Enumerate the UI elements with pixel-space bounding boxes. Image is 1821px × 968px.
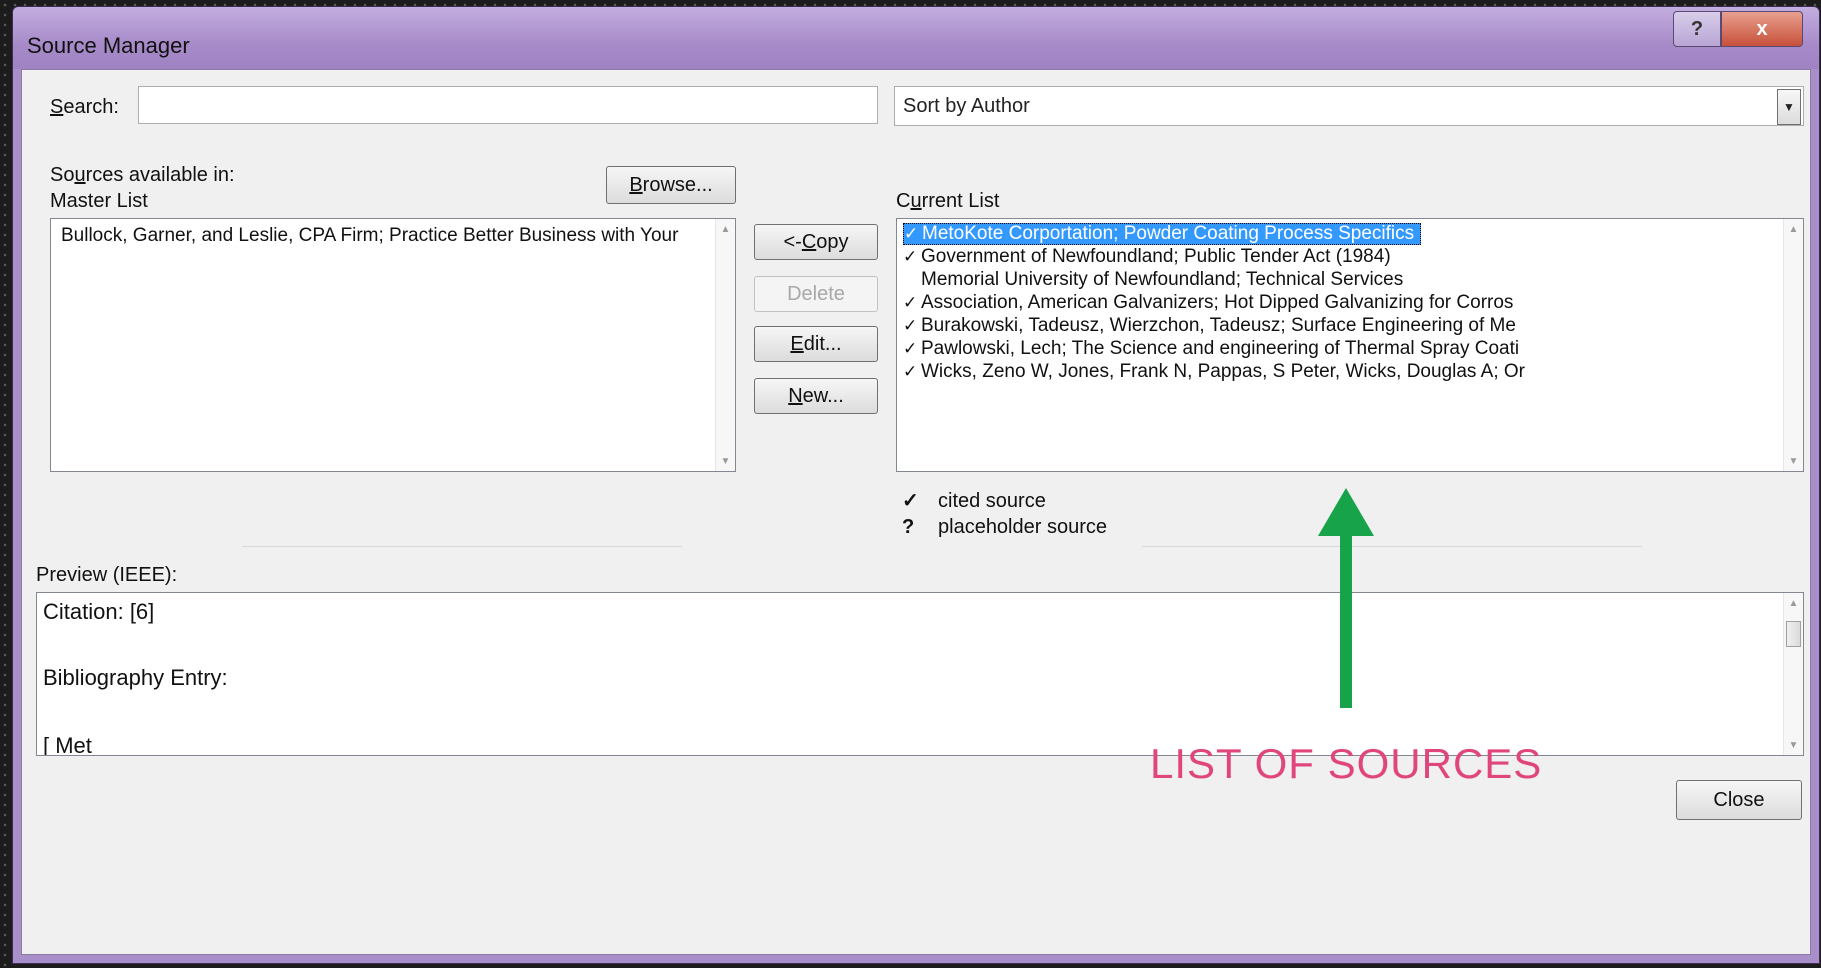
- list-item[interactable]: Memorial University of Newfoundland; Tec…: [903, 269, 1403, 291]
- annotation-arrow-up-icon: [1318, 488, 1374, 536]
- check-icon: ✓: [902, 490, 919, 512]
- sort-select-value: Sort by Author: [903, 95, 1030, 117]
- source-manager-window: Source Manager ? x Search: Sort by Autho…: [12, 6, 1820, 964]
- close-button[interactable]: Close: [1676, 780, 1802, 820]
- preview-box[interactable]: Citation: [6] Bibliography Entry: [ Met …: [36, 592, 1804, 756]
- check-icon: ✓: [904, 224, 919, 243]
- annotation-label: LIST OF SOURCES: [1150, 740, 1543, 787]
- check-icon: ✓: [903, 362, 918, 381]
- current-list-label: Current List: [896, 190, 1000, 212]
- question-icon: ?: [902, 516, 915, 538]
- window-title: Source Manager: [27, 33, 190, 58]
- browse-button[interactable]: Browse...: [606, 166, 736, 204]
- new-button[interactable]: New...: [754, 378, 878, 414]
- list-item[interactable]: Bullock, Garner, and Leslie, CPA Firm; P…: [61, 225, 678, 247]
- scroll-thumb[interactable]: [1786, 621, 1801, 647]
- check-icon: ✓: [903, 293, 918, 312]
- divider: [1142, 546, 1642, 547]
- scroll-up-icon[interactable]: ▲: [1784, 219, 1803, 239]
- legend-cited: ✓ cited source: [902, 490, 1046, 512]
- search-input[interactable]: [138, 86, 878, 124]
- delete-button[interactable]: Delete: [754, 276, 878, 312]
- current-list[interactable]: ✓ MetoKote Corportation; Powder Coating P…: [896, 218, 1804, 472]
- divider: [242, 546, 682, 547]
- preview-label: Preview (IEEE):: [36, 564, 178, 586]
- sources-available-label: Sources available in:: [50, 164, 235, 186]
- preview-citation: Citation: [6]: [43, 599, 155, 624]
- window-close-button[interactable]: x: [1721, 11, 1803, 47]
- help-button[interactable]: ?: [1673, 11, 1721, 47]
- legend-placeholder: ? placeholder source: [902, 516, 1107, 538]
- scroll-down-icon[interactable]: ▼: [1784, 451, 1803, 471]
- list-item[interactable]: ✓ Association, American Galvanizers; Hot …: [903, 292, 1513, 314]
- master-list-label: Master List: [50, 190, 148, 212]
- check-icon: ✓: [903, 247, 918, 266]
- current-list-scrollbar[interactable]: ▲ ▼: [1783, 219, 1803, 471]
- list-item[interactable]: ✓ Pawlowski, Lech; The Science and engine…: [903, 338, 1519, 360]
- dialog-client-area: Search: Sort by Author ▼ Sources availab…: [21, 69, 1811, 955]
- scroll-up-icon[interactable]: ▲: [1784, 593, 1803, 613]
- chevron-down-icon[interactable]: ▼: [1777, 89, 1801, 125]
- list-item[interactable]: ✓ Government of Newfoundland; Public Tend…: [903, 246, 1391, 268]
- scroll-down-icon[interactable]: ▼: [716, 451, 735, 471]
- preview-scrollbar[interactable]: ▲ ▼: [1783, 593, 1803, 755]
- sort-select[interactable]: Sort by Author ▼: [894, 86, 1804, 126]
- edit-button[interactable]: Edit...: [754, 326, 878, 362]
- list-item[interactable]: ✓ Wicks, Zeno W, Jones, Frank N, Pappas, …: [903, 361, 1525, 383]
- copy-button[interactable]: <- Copy: [754, 224, 878, 260]
- preview-bibliography-heading: Bibliography Entry:: [43, 665, 228, 690]
- scroll-down-icon[interactable]: ▼: [1784, 735, 1803, 755]
- desktop-edge-left: [0, 0, 10, 968]
- title-bar: Source Manager ? x: [13, 7, 1819, 69]
- check-icon: ✓: [903, 316, 918, 335]
- preview-entry: [ Met: [43, 733, 92, 756]
- check-icon: ✓: [903, 339, 918, 358]
- current-list-item-selected[interactable]: ✓ MetoKote Corportation; Powder Coating P…: [903, 223, 1422, 245]
- annotation-arrow-shaft: [1340, 530, 1352, 708]
- master-list-scrollbar[interactable]: ▲ ▼: [715, 219, 735, 471]
- scroll-up-icon[interactable]: ▲: [716, 219, 735, 239]
- master-list[interactable]: Bullock, Garner, and Leslie, CPA Firm; P…: [50, 218, 736, 472]
- search-label: Search:: [50, 96, 119, 118]
- list-item[interactable]: ✓ Burakowski, Tadeusz, Wierzchon, Tadeusz…: [903, 315, 1516, 337]
